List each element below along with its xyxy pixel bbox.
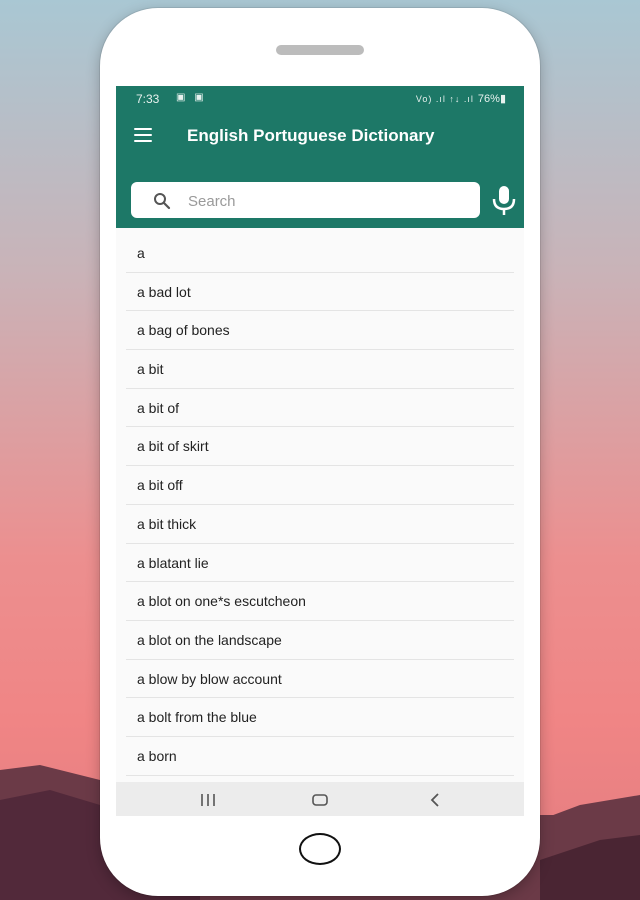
list-item[interactable]: a bag of bones: [126, 311, 514, 351]
list-item[interactable]: a bit thick: [126, 505, 514, 544]
phone-frame: 7:33 ▣ ▣ Vo) .ıl ↑↓ .ıl 76%▮ English Port…: [100, 8, 540, 896]
recents-icon[interactable]: [196, 790, 220, 810]
list-item[interactable]: a blow by blow account: [126, 660, 514, 699]
android-nav-bar: [116, 782, 524, 816]
list-item[interactable]: a: [126, 234, 514, 273]
menu-icon[interactable]: [134, 128, 154, 144]
list-item[interactable]: a bad lot: [126, 273, 514, 312]
home-icon[interactable]: [308, 790, 332, 810]
battery-level: 76%▮: [477, 93, 506, 105]
search-box[interactable]: [131, 182, 480, 218]
microphone-icon[interactable]: [490, 184, 518, 218]
list-item[interactable]: a bit of: [126, 389, 514, 428]
toolbar: English Portuguese Dictionary: [116, 112, 524, 162]
search-input[interactable]: [186, 186, 470, 216]
list-item[interactable]: a bit off: [126, 466, 514, 505]
status-bar: 7:33 ▣ ▣ Vo) .ıl ↑↓ .ıl 76%▮: [116, 86, 524, 110]
app-header: 7:33 ▣ ▣ Vo) .ıl ↑↓ .ıl 76%▮ English Port…: [116, 86, 524, 228]
list-item[interactable]: a blot on one*s escutcheon: [126, 582, 514, 621]
status-time: 7:33: [136, 92, 160, 106]
back-icon[interactable]: [423, 790, 447, 810]
phone-home-button[interactable]: [299, 833, 341, 865]
list-item[interactable]: a blot on the landscape: [126, 621, 514, 660]
status-right: Vo) .ıl ↑↓ .ıl 76%▮: [416, 92, 506, 105]
list-item[interactable]: a blatant lie: [126, 544, 514, 583]
list-item[interactable]: a bit: [126, 350, 514, 389]
signal-icon: Vo) .ıl ↑↓ .ıl: [415, 94, 474, 104]
notification-icons: ▣ ▣: [176, 92, 207, 103]
search-icon: [154, 193, 171, 210]
list-item[interactable]: a bolt from the blue: [126, 698, 514, 737]
list-item[interactable]: a bit of skirt: [126, 427, 514, 467]
list-item[interactable]: a born: [126, 737, 514, 776]
app-screen: 7:33 ▣ ▣ Vo) .ıl ↑↓ .ıl 76%▮ English Port…: [116, 86, 524, 816]
app-title: English Portuguese Dictionary: [187, 126, 435, 145]
word-list: a a bad lot a bag of bones a bit a bit o…: [126, 234, 514, 776]
phone-speaker: [276, 45, 364, 55]
